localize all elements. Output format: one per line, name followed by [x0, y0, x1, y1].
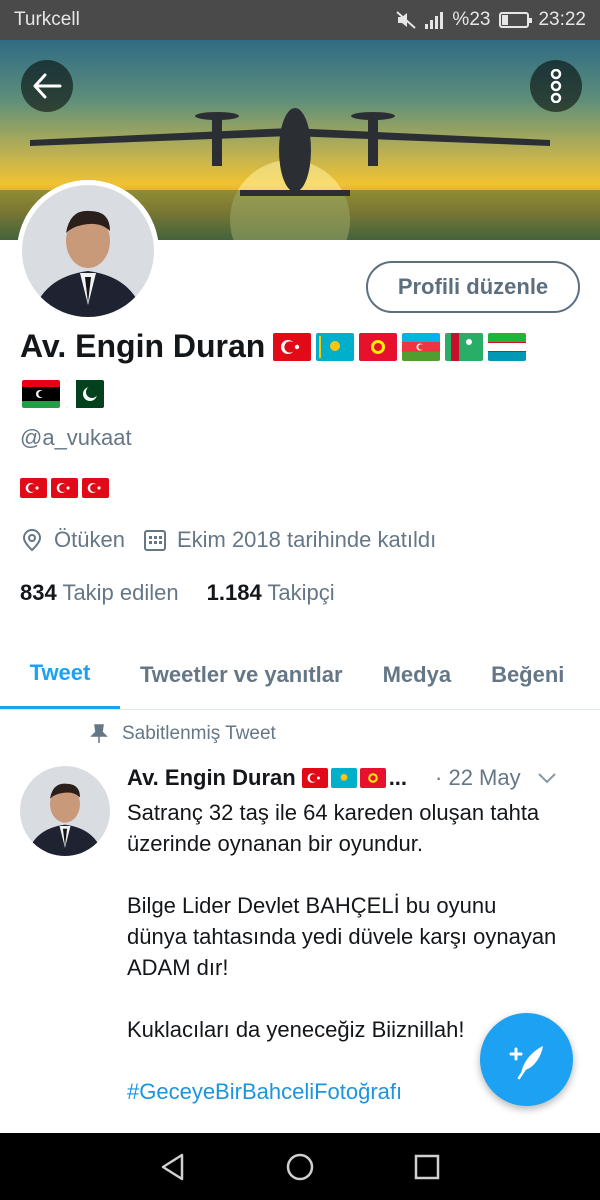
followers-count: 1.184 — [206, 580, 262, 605]
chevron-down-icon[interactable] — [537, 772, 557, 784]
calendar-icon — [143, 530, 166, 551]
clock: 23:22 — [538, 9, 586, 30]
turkey-flag-icon — [51, 478, 78, 498]
system-navigation-bar — [0, 1133, 600, 1200]
more-options-button[interactable] — [530, 60, 582, 112]
profile-handle: @a_vukaat — [20, 425, 132, 450]
tab-tweets[interactable]: Tweet — [0, 640, 120, 709]
tweet-date[interactable]: · 22 May — [435, 765, 521, 791]
status-bar: Turkcell %23 23:22 — [0, 0, 600, 40]
join-date: Ekim 2018 tarihinde katıldı — [143, 527, 436, 553]
tab-likes[interactable]: Beğeni — [471, 640, 584, 709]
uzbekistan-flag-icon — [488, 332, 527, 361]
profile-name-row: Av. Engin Duran — [20, 328, 527, 365]
profile-avatar[interactable] — [17, 180, 159, 322]
compose-feather-icon — [509, 1045, 543, 1079]
following-count: 834 — [20, 580, 57, 605]
turkmenistan-flag-icon — [445, 332, 484, 361]
pinned-label-text: Sabitlenmiş Tweet — [122, 723, 276, 744]
pinned-tweet-label: Sabitlenmiş Tweet — [90, 723, 276, 745]
location-pin-icon — [22, 528, 42, 552]
turkey-flag-icon — [20, 478, 47, 498]
nav-home-icon[interactable] — [285, 1152, 315, 1182]
avatar-photo — [20, 766, 110, 856]
libya-flag-icon — [22, 380, 60, 408]
battery-icon — [499, 12, 533, 28]
nav-recents-icon[interactable] — [412, 1152, 442, 1182]
profile-meta: Ötüken Ekim 2018 tarihinde katıldı — [20, 527, 454, 553]
kyrgyzstan-flag-icon — [359, 332, 398, 361]
following-link[interactable]: 834 Takip edilen — [20, 580, 179, 606]
followers-label: Takipçi — [267, 580, 335, 605]
join-date-text: Ekim 2018 tarihinde katıldı — [176, 527, 437, 552]
pakistan-flag-icon — [66, 380, 104, 408]
hashtag-link[interactable]: #GeceyeBirBahceliFotoğrafı — [127, 1079, 402, 1104]
back-arrow-icon — [33, 73, 62, 99]
kazakhstan-flag-icon — [316, 332, 355, 361]
mute-icon — [396, 11, 417, 29]
tweet-author-flags — [301, 768, 386, 788]
name-ellipsis: ... — [388, 765, 408, 790]
tweet-paragraph: Bilge Lider Devlet BAHÇELİ bu oyunu düny… — [127, 893, 557, 980]
azerbaijan-flag-icon — [402, 332, 441, 361]
tweet-header: Av. Engin Duran ... · 22 May — [127, 765, 582, 791]
pin-icon — [90, 724, 108, 743]
turkey-flag-icon — [301, 768, 328, 788]
bio — [20, 478, 109, 498]
name-flags-continued — [22, 380, 104, 408]
more-vertical-icon — [550, 69, 562, 103]
tweet-author-avatar[interactable] — [20, 766, 110, 856]
display-name: Av. Engin Duran — [20, 328, 266, 364]
name-flags — [273, 332, 527, 361]
location-text: Ötüken — [54, 527, 125, 552]
nav-back-icon[interactable] — [158, 1152, 188, 1182]
following-label: Takip edilen — [62, 580, 179, 605]
avatar-photo — [22, 185, 154, 317]
tweet-author-name[interactable]: Av. Engin Duran — [127, 765, 296, 791]
location: Ötüken — [20, 527, 125, 553]
tab-media[interactable]: Medya — [363, 640, 471, 709]
followers-link[interactable]: 1.184 Takipçi — [207, 580, 335, 606]
carrier-name: Turkcell — [14, 9, 80, 30]
profile-tabs: Tweet Tweetler ve yanıtlar Medya Beğeni — [0, 640, 600, 710]
compose-tweet-button[interactable] — [480, 1013, 573, 1106]
follow-stats: 834 Takip edilen 1.184 Takipçi — [20, 580, 335, 606]
back-button[interactable] — [21, 60, 73, 112]
edit-profile-button[interactable]: Profili düzenle — [366, 261, 580, 313]
kyrgyzstan-flag-icon — [359, 768, 386, 788]
tab-tweets-and-replies[interactable]: Tweetler ve yanıtlar — [120, 640, 363, 709]
battery-percent: %23 — [452, 9, 491, 30]
tweet-paragraph: Satranç 32 taş ile 64 kareden oluşan tah… — [127, 800, 540, 856]
signal-icon — [425, 11, 444, 29]
kazakhstan-flag-icon — [330, 768, 357, 788]
turkey-flag-icon — [82, 478, 109, 498]
turkey-flag-icon — [273, 332, 312, 361]
